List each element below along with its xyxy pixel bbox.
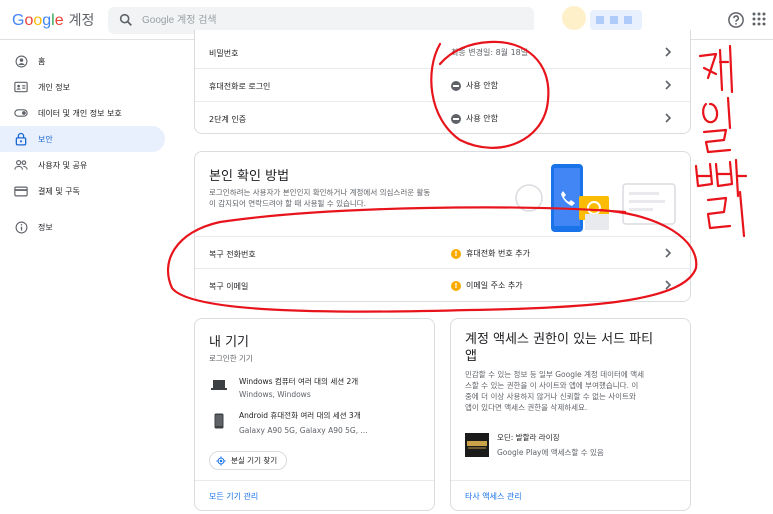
chevron-right-icon bbox=[665, 280, 672, 290]
row-label: 복구 전화번호 bbox=[209, 250, 256, 259]
divider bbox=[451, 480, 690, 481]
credit-card-icon bbox=[14, 184, 28, 198]
manage-third-party-link[interactable]: 타사 액세스 관리 bbox=[465, 491, 522, 502]
sidebar-item-label: 결제 및 구독 bbox=[38, 186, 80, 196]
warning-icon: ! bbox=[451, 280, 461, 291]
logo-letter: e bbox=[54, 12, 64, 29]
signin-card: 비밀번호 최종 변경일: 8월 18일 휴대전화로 로그인 사용 안함 2단계 … bbox=[194, 30, 691, 134]
off-status-icon bbox=[451, 113, 461, 124]
row-label: 복구 이메일 bbox=[209, 282, 249, 291]
row-label: 2단계 인증 bbox=[209, 115, 247, 124]
card-description: 로그인하려는 사용자가 본인인지 확인하거나 계정에서 의심스러운 활동 이 감… bbox=[209, 187, 499, 209]
device-subtitle: Galaxy A90 5G, Galaxy A90 5G, ... bbox=[239, 426, 368, 435]
card-title: 내 기기 bbox=[209, 335, 250, 350]
sidebar-item-data-privacy[interactable]: 데이터 및 개인 정보 보호 bbox=[0, 100, 165, 126]
laptop-icon bbox=[211, 380, 227, 390]
find-lost-device-button[interactable]: 분실 기기 찾기 bbox=[209, 451, 288, 470]
product-name: 계정 bbox=[68, 13, 95, 29]
device-title: Windows 컴퓨터 여러 대의 세션 2개 bbox=[239, 377, 359, 386]
home-icon bbox=[14, 54, 28, 68]
sidebar-item-payments[interactable]: 결제 및 구독 bbox=[0, 178, 165, 204]
phone-icon bbox=[214, 413, 224, 429]
card-title: 계정 액세스 권한이 있는 서드 파티 앱 bbox=[465, 331, 685, 365]
status-text: 사용 안함 bbox=[466, 114, 498, 123]
password-last-changed: 최종 변경일: 8월 18일 bbox=[451, 48, 529, 57]
row-label: 비밀번호 bbox=[209, 49, 239, 58]
help-icon[interactable] bbox=[727, 11, 745, 29]
lock-icon bbox=[14, 132, 28, 146]
title-line: 계정 액세스 권한이 있는 서드 파티 bbox=[465, 332, 654, 347]
description-line: 로그인하려는 사용자가 본인인지 확인하거나 계정에서 의심스러운 활동 bbox=[209, 188, 431, 197]
sidebar-item-about[interactable]: 정보 bbox=[0, 214, 165, 240]
description-line: 앱이 있다면 액세스 권한을 삭제하세요. bbox=[465, 403, 588, 412]
sidebar-item-label: 정보 bbox=[38, 222, 53, 232]
device-subtitle: Windows, Windows bbox=[239, 390, 311, 399]
card-description: 민감할 수 있는 정보 등 일부 Google 계정 데이터에 액세 스할 수 … bbox=[465, 369, 687, 413]
status-text: 이메일 주소 추가 bbox=[466, 281, 523, 290]
sidebar-item-people-sharing[interactable]: 사용자 및 공유 bbox=[0, 152, 165, 178]
sidebar-item-label: 보안 bbox=[38, 134, 53, 144]
verification-illustration bbox=[515, 164, 676, 232]
odin-app-logo bbox=[465, 433, 489, 457]
manage-devices-link[interactable]: 모든 기기 관리 bbox=[209, 491, 258, 502]
password-row[interactable]: 비밀번호 최종 변경일: 8월 18일 bbox=[195, 36, 690, 69]
chevron-right-icon bbox=[665, 113, 672, 123]
description-line: 스할 수 있는 권한을 이 사이트와 앱에 부여했습니다. 이 bbox=[465, 381, 639, 390]
sidebar: 홈 개인 정보 데이터 및 개인 정보 보호 보안 사용자 및 공유 결제 및 … bbox=[0, 48, 172, 240]
sidebar-item-label: 개인 정보 bbox=[38, 82, 70, 92]
chevron-right-icon bbox=[665, 80, 672, 90]
status-text: 휴대전화 번호 추가 bbox=[466, 249, 530, 258]
recovery-phone-row[interactable]: 복구 전화번호 ! 휴대전화 번호 추가 bbox=[195, 236, 690, 269]
device-title: Android 휴대전화 여러 대의 세션 3개 bbox=[239, 411, 361, 420]
row-value: ! 이메일 주소 추가 bbox=[451, 280, 523, 291]
divider bbox=[195, 480, 434, 481]
id-card-icon bbox=[14, 80, 28, 94]
google-account-logo[interactable]: Google 계정 bbox=[12, 10, 94, 30]
info-icon bbox=[14, 220, 28, 234]
sidebar-item-label: 홈 bbox=[38, 56, 46, 66]
two-step-row[interactable]: 2단계 인증 사용 안함 bbox=[195, 102, 690, 135]
sidebar-item-personal-info[interactable]: 개인 정보 bbox=[0, 74, 165, 100]
apps-grid-icon[interactable] bbox=[752, 12, 766, 26]
logo-letter: g bbox=[42, 12, 52, 29]
sidebar-item-security[interactable]: 보안 bbox=[0, 126, 165, 152]
row-value: ! 휴대전화 번호 추가 bbox=[451, 248, 530, 259]
button-label: 분실 기기 찾기 bbox=[231, 456, 278, 465]
toggle-icon bbox=[14, 106, 28, 120]
devices-card: 내 기기 로그인한 기기 Windows 컴퓨터 여러 대의 세션 2개 Win… bbox=[194, 318, 435, 511]
chevron-right-icon bbox=[665, 248, 672, 258]
sidebar-item-home[interactable]: 홈 bbox=[0, 48, 165, 74]
third-party-card: 계정 액세스 권한이 있는 서드 파티 앱 민감할 수 있는 정보 등 일부 G… bbox=[450, 318, 691, 511]
title-line: 앱 bbox=[465, 349, 477, 364]
people-icon bbox=[14, 158, 28, 172]
description-line: 이 감지되어 연락드려야 할 때 사용될 수 있습니다. bbox=[209, 199, 367, 208]
status-text: 사용 안함 bbox=[466, 81, 498, 90]
recovery-email-row[interactable]: 복구 이메일 ! 이메일 주소 추가 bbox=[195, 269, 690, 302]
off-status-icon bbox=[451, 80, 461, 91]
phone-signin-row[interactable]: 휴대전화로 로그인 사용 안함 bbox=[195, 69, 690, 102]
card-title: 본인 확인 방법 bbox=[209, 169, 290, 184]
search-icon[interactable] bbox=[118, 12, 134, 28]
chevron-right-icon bbox=[665, 47, 672, 57]
description-line: 중에 더 이상 사용하지 않거나 신뢰할 수 없는 사이트와 bbox=[465, 392, 636, 401]
locate-icon bbox=[216, 455, 226, 466]
warning-icon: ! bbox=[451, 248, 461, 259]
sidebar-item-label: 사용자 및 공유 bbox=[38, 160, 88, 170]
logo-letter: G bbox=[12, 12, 25, 29]
verification-card: 본인 확인 방법 로그인하려는 사용자가 본인인지 확인하거나 계정에서 의심스… bbox=[194, 151, 691, 302]
app-access: Google Play에 액세스할 수 있음 bbox=[497, 448, 604, 457]
card-subtitle: 로그인한 기기 bbox=[209, 354, 253, 363]
app-name: 오딘: 발할라 라이징 bbox=[497, 433, 560, 442]
row-label: 휴대전화로 로그인 bbox=[209, 82, 271, 91]
row-value: 최종 변경일: 8월 18일 bbox=[451, 47, 528, 58]
logo-letter: o bbox=[33, 12, 43, 29]
description-line: 민감할 수 있는 정보 등 일부 Google 계정 데이터에 액세 bbox=[465, 370, 645, 379]
sidebar-item-label: 데이터 및 개인 정보 보호 bbox=[38, 108, 122, 118]
row-value: 사용 안함 bbox=[451, 80, 498, 91]
row-value: 사용 안함 bbox=[451, 113, 498, 124]
